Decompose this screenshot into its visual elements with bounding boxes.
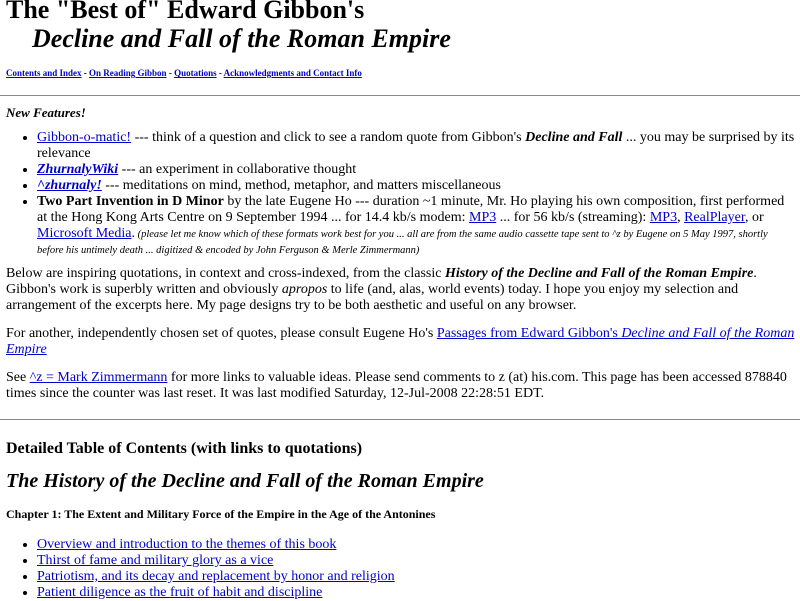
mp3-modem-link[interactable]: MP3: [469, 210, 496, 225]
list-item: Overview and introduction to the themes …: [37, 537, 796, 553]
see-text: See: [6, 370, 30, 385]
page-title: The "Best of" Edward Gibbon's Decline an…: [6, 0, 796, 53]
book-heading: The History of the Decline and Fall of t…: [6, 470, 484, 492]
nav-separator: -: [166, 68, 175, 78]
toc-link-patient-diligence[interactable]: Patient diligence as the fruit of habit …: [37, 585, 322, 600]
list-item: Patient diligence as the fruit of habit …: [37, 585, 796, 601]
passages-link-text: Passages from Edward Gibbon's: [436, 326, 622, 341]
wiki-text: --- an experiment in collaborative thoug…: [118, 162, 357, 177]
zhurnaly-label: ^zhurnaly!: [37, 178, 102, 193]
invention-title: Two Part Invention in D Minor: [37, 194, 224, 209]
invention-text-2: ... for 56 kb/s (streaming):: [496, 210, 650, 225]
apropos-text: apropos: [281, 282, 328, 297]
page-title-line1: The "Best of" Edward Gibbon's: [6, 0, 365, 24]
horizontal-rule: [0, 95, 800, 96]
new-features-list: Gibbon-o-matic! --- think of a question …: [6, 130, 796, 258]
mark-zimmermann-link[interactable]: ^z = Mark Zimmermann: [30, 370, 168, 385]
realplayer-link[interactable]: RealPlayer: [684, 210, 745, 225]
zhurnaly-wiki-link[interactable]: ZhurnalyWiki: [37, 162, 118, 177]
nav-acknowledgments-link[interactable]: Acknowledgments and Contact Info: [224, 68, 362, 78]
eugene-ho-paragraph: For another, independently chosen set of…: [6, 326, 796, 358]
gibbon-o-matic-link[interactable]: Gibbon-o-matic!: [37, 130, 131, 145]
list-item: Two Part Invention in D Minor by the lat…: [37, 194, 796, 258]
toc-heading: Detailed Table of Contents (with links t…: [6, 440, 363, 457]
horizontal-rule: [0, 419, 800, 420]
microsoft-media-link[interactable]: Microsoft Media: [37, 226, 131, 241]
toc-link-overview[interactable]: Overview and introduction to the themes …: [37, 537, 336, 552]
eugene-text: For another, independently chosen set of…: [6, 326, 437, 341]
nav-quotations-link[interactable]: Quotations: [174, 68, 217, 78]
top-nav: Contents and Index - On Reading Gibbon -…: [6, 67, 796, 79]
list-item: ^zhurnaly! --- meditations on mind, meth…: [37, 178, 796, 194]
zhurnaly-text: --- meditations on mind, method, metapho…: [101, 178, 501, 193]
zhurnaly-link[interactable]: ^zhurnaly!: [37, 178, 102, 193]
chapter-heading: Chapter 1: The Extent and Military Force…: [6, 507, 436, 521]
nav-separator: -: [81, 68, 90, 78]
list-item: Patriotism, and its decay and replacemen…: [37, 569, 796, 585]
list-item: Gibbon-o-matic! --- think of a question …: [37, 130, 796, 162]
list-item: ZhurnalyWiki --- an experiment in collab…: [37, 162, 796, 178]
format-note: (please let me know which of these forma…: [37, 229, 768, 256]
nav-contents-link[interactable]: Contents and Index: [6, 68, 82, 78]
zhurnaly-wiki-label: ZhurnalyWiki: [37, 162, 119, 177]
page: The "Best of" Edward Gibbon's Decline an…: [0, 0, 800, 601]
toc-list: Overview and introduction to the themes …: [6, 537, 796, 601]
comma: ,: [677, 210, 685, 225]
toc-link-patriotism[interactable]: Patriotism, and its decay and replacemen…: [37, 569, 395, 584]
or-text: , or: [744, 210, 764, 225]
page-title-line2: Decline and Fall of the Roman Empire: [32, 24, 451, 53]
book-title-inline: History of the Decline and Fall of the R…: [444, 266, 754, 281]
see-paragraph: See ^z = Mark Zimmermann for more links …: [6, 370, 796, 402]
mp3-streaming-link[interactable]: MP3: [650, 210, 677, 225]
list-item: Thirst of fame and military glory as a v…: [37, 553, 796, 569]
gibbon-text: --- think of a question and click to see…: [131, 130, 526, 145]
nav-on-reading-link[interactable]: On Reading Gibbon: [89, 68, 167, 78]
toc-link-thirst-of-fame[interactable]: Thirst of fame and military glory as a v…: [37, 553, 273, 568]
intro-paragraph: Below are inspiring quotations, in conte…: [6, 266, 796, 314]
new-features-heading: New Features!: [6, 105, 86, 120]
gibbon-bold-title: Decline and Fall: [525, 130, 623, 145]
intro-text: Below are inspiring quotations, in conte…: [6, 266, 445, 281]
nav-separator: -: [216, 68, 224, 78]
